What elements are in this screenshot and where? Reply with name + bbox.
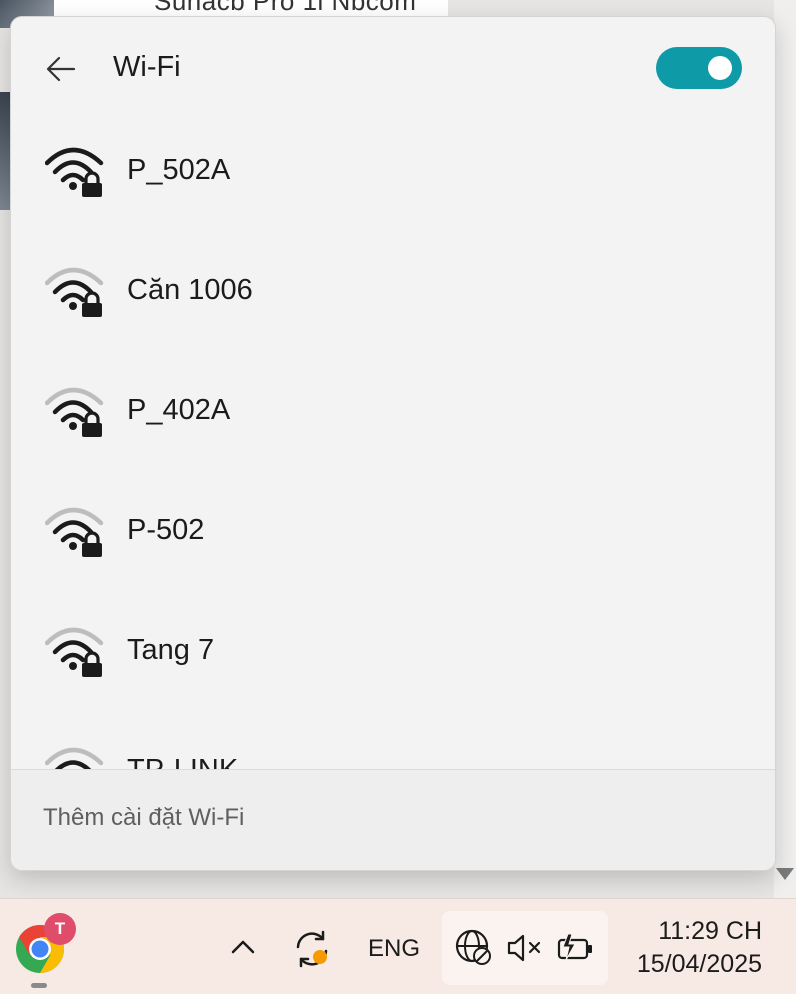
system-tray-group[interactable]: [442, 911, 608, 985]
network-name: Căn 1006: [127, 274, 253, 306]
network-name: Tang 7: [127, 634, 215, 666]
taskbar: T ENG 11:29 CH 15/04/2025: [0, 898, 796, 994]
globe-no-internet-icon: [455, 929, 491, 965]
network-item[interactable]: P_502A: [11, 121, 775, 241]
volume-muted-icon: [507, 934, 541, 962]
language-indicator[interactable]: ENG: [368, 935, 420, 963]
wifi-header: Wi-Fi: [11, 17, 775, 121]
network-name: TP-LINK: [127, 754, 238, 769]
network-item[interactable]: TP-LINK: [11, 721, 775, 769]
arrow-left-icon: [46, 56, 76, 82]
sync-icon[interactable]: [290, 927, 334, 971]
network-item[interactable]: P-502: [11, 481, 775, 601]
back-button[interactable]: [39, 49, 83, 89]
background-scrollbar-track: [774, 0, 796, 898]
scroll-down-arrow-icon[interactable]: [776, 868, 794, 880]
running-indicator: [31, 983, 47, 988]
clock[interactable]: 11:29 CH 15/04/2025: [620, 915, 762, 981]
wifi-title: Wi-Fi: [113, 51, 181, 83]
wifi-secure-icon: [45, 267, 104, 317]
profile-badge: T: [44, 913, 76, 945]
network-item[interactable]: Tang 7: [11, 601, 775, 721]
clock-date: 15/04/2025: [636, 950, 762, 978]
network-list[interactable]: P_502A Căn 1006 P_402A P-502 Tang 7: [11, 121, 775, 769]
network-item[interactable]: P_402A: [11, 361, 775, 481]
battery-charging-icon: [557, 933, 592, 961]
background-window-text: Sunacb Pro 1i Nbcom: [154, 0, 417, 16]
chevron-up-icon[interactable]: [228, 935, 258, 959]
wifi-secure-icon: [45, 507, 104, 557]
clock-time: 11:29 CH: [658, 917, 762, 945]
wifi-footer: Thêm cài đặt Wi-Fi: [11, 769, 775, 870]
more-wifi-settings-link[interactable]: Thêm cài đặt Wi-Fi: [43, 804, 244, 832]
wifi-secure-icon: [45, 147, 104, 197]
wifi-secure-icon: [45, 747, 104, 769]
wifi-toggle[interactable]: [656, 47, 742, 89]
wifi-secure-icon: [45, 627, 104, 677]
network-name: P_402A: [127, 394, 231, 426]
network-name: P_502A: [127, 154, 231, 186]
wifi-flyout: Wi-Fi P_502A Căn 1006 P_402A P-502 Tang …: [10, 16, 776, 871]
wifi-secure-icon: [45, 387, 104, 437]
network-name: P-502: [127, 514, 205, 546]
network-item[interactable]: Căn 1006: [11, 241, 775, 361]
toggle-knob: [708, 56, 732, 80]
